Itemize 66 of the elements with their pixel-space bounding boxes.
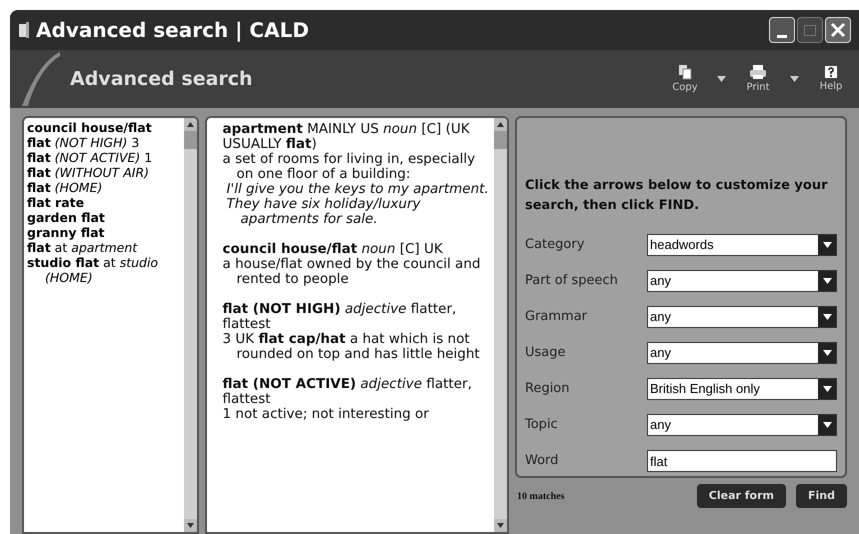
field-label: Grammar bbox=[525, 308, 588, 326]
close-button[interactable] bbox=[825, 17, 851, 43]
toolbar-button[interactable]: Copy bbox=[665, 64, 705, 94]
scroll-thumb[interactable] bbox=[494, 131, 507, 149]
dropdown-arrow-icon bbox=[822, 350, 832, 356]
dropdown[interactable]: any bbox=[647, 342, 837, 364]
minimize-button[interactable] bbox=[769, 17, 795, 43]
dropdown-arrow-icon bbox=[822, 386, 832, 392]
help-icon bbox=[824, 64, 838, 78]
page-title: Advanced search bbox=[70, 66, 253, 92]
swoosh-icon bbox=[20, 50, 60, 108]
result-item[interactable]: flat (NOT HIGH) 3 bbox=[27, 135, 181, 150]
result-item[interactable]: studio flat at studio (HOME) bbox=[27, 255, 181, 285]
scroll-down-icon[interactable] bbox=[184, 519, 197, 532]
scrollbar[interactable] bbox=[494, 118, 507, 532]
dropdown[interactable]: British English only bbox=[647, 378, 837, 400]
field-label: Word bbox=[525, 452, 560, 470]
window-title: Advanced search | CALD bbox=[36, 17, 309, 44]
form-button[interactable]: Find bbox=[796, 484, 847, 508]
toolbar-button[interactable]: Help bbox=[811, 64, 851, 94]
entry-headword: flat (NOT ACTIVE) adjective flatter, flattest bbox=[222, 377, 473, 407]
form-button[interactable]: Clear form bbox=[696, 484, 786, 508]
printer-icon bbox=[749, 64, 767, 80]
result-item[interactable]: flat (WITHOUT AIR) bbox=[27, 165, 181, 180]
field-label: Topic bbox=[525, 416, 559, 434]
definition: 3 UK flat cap/hat a hat which is not rounded on top and has little height bbox=[222, 332, 481, 362]
result-item[interactable]: council house/flat bbox=[27, 120, 181, 135]
close-icon bbox=[830, 22, 846, 38]
field-label: Region bbox=[525, 380, 571, 398]
match-count: 10 matches bbox=[517, 490, 564, 504]
copy-icon bbox=[678, 64, 692, 80]
toolbar-button[interactable]: Print bbox=[738, 64, 778, 94]
entry-headword: apartment MAINLY US noun [C] (UK USUALLY flat) bbox=[222, 122, 471, 152]
dropdown[interactable]: headwords bbox=[647, 234, 837, 256]
result-item[interactable]: flat rate bbox=[27, 195, 181, 210]
scroll-up-icon[interactable] bbox=[494, 118, 507, 131]
scrollbar[interactable] bbox=[184, 118, 197, 532]
entry-headword: council house/flat noun [C] UK bbox=[222, 242, 444, 257]
field-label: Category bbox=[525, 236, 586, 254]
dropdown-arrow-icon bbox=[822, 314, 832, 320]
dropdown[interactable]: any bbox=[647, 306, 837, 328]
field-label: Usage bbox=[525, 344, 567, 362]
result-item[interactable]: granny flat bbox=[27, 225, 181, 240]
dropdown-arrow-icon bbox=[822, 422, 832, 428]
result-item[interactable]: flat at apartment bbox=[27, 240, 181, 255]
result-item[interactable]: flat (NOT ACTIVE) 1 bbox=[27, 150, 181, 165]
dropdown-arrow-icon bbox=[822, 278, 832, 284]
definition: 1 not active; not interesting or bbox=[222, 407, 430, 422]
scroll-thumb[interactable] bbox=[184, 131, 197, 149]
result-item[interactable]: flat (HOME) bbox=[27, 180, 181, 195]
dropdown[interactable]: any bbox=[647, 270, 837, 292]
dropdown-arrow-icon bbox=[822, 242, 832, 248]
word-input[interactable]: flat bbox=[647, 450, 837, 472]
result-item[interactable]: garden flat bbox=[27, 210, 181, 225]
app-icon bbox=[18, 21, 32, 39]
dropdown-caret-icon[interactable] bbox=[790, 76, 799, 82]
definition: a set of rooms for living in, especially on one floor of a building: bbox=[222, 152, 476, 182]
instructions: Click the arrows below to customize your search, then click FIND. bbox=[525, 177, 828, 214]
example-sentence: They have six holiday/luxury apartments for sale. bbox=[226, 197, 422, 227]
example-sentence: I'll give you the keys to my apartment. bbox=[226, 182, 490, 197]
definition: a house/flat owned by the council and rented to people bbox=[222, 257, 482, 287]
dropdown-caret-icon[interactable] bbox=[717, 76, 726, 82]
dropdown[interactable]: any bbox=[647, 414, 837, 436]
scroll-down-icon[interactable] bbox=[494, 519, 507, 532]
scroll-up-icon[interactable] bbox=[184, 118, 197, 131]
field-label: Part of speech bbox=[525, 272, 619, 290]
